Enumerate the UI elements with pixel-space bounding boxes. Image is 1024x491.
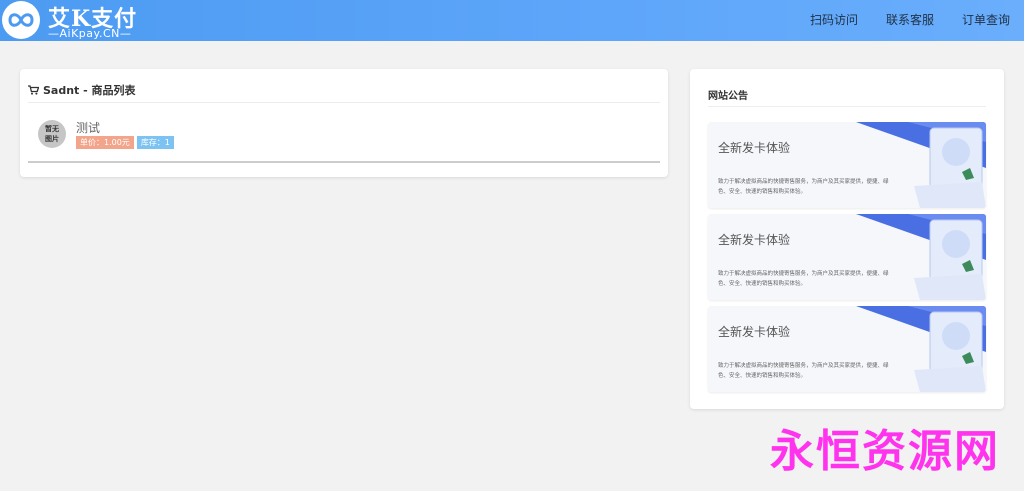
announcement-banner[interactable]: 全新发卡体验 致力于解决虚拟商品的快捷寄售服务，为商户及其买家提供，便捷、绿色、…: [708, 214, 986, 300]
banner-description: 致力于解决虚拟商品的快捷寄售服务，为商户及其买家提供，便捷、绿色、安全、快速的销…: [718, 363, 889, 379]
infinity-logo-icon: [2, 1, 40, 39]
brand-subtitle: —AiKpay.CN—: [48, 27, 132, 40]
thumb-text-line1: 暂无: [45, 125, 59, 133]
banner-description: 致力于解决虚拟商品的快捷寄售服务，为商户及其买家提供，便捷、绿色、安全、快速的销…: [718, 179, 889, 195]
banner-description: 致力于解决虚拟商品的快捷寄售服务，为商户及其买家提供，便捷、绿色、安全、快速的销…: [718, 271, 889, 287]
site-watermark: 永恒资源网: [770, 426, 1000, 477]
top-header: 艾K支付 —AiKpay.CN— 扫码访问 联系客服 订单查询: [0, 0, 1024, 41]
list-item[interactable]: 暂无 图片 测试 单价：1.00元 库存：1: [28, 107, 660, 163]
product-list-card: Sadnt - 商品列表 暂无 图片 测试 单价：1.00元 库存：1: [20, 69, 668, 177]
product-list-title: Sadnt - 商品列表: [43, 84, 136, 97]
product-list-header: Sadnt - 商品列表: [28, 81, 136, 99]
divider: [28, 102, 660, 103]
stock-badge: 库存：1: [136, 136, 174, 149]
thumb-text-line2: 图片: [45, 135, 59, 143]
product-tags: 单价：1.00元 库存：1: [76, 136, 177, 149]
brand-logo[interactable]: 艾K支付 —AiKpay.CN—: [2, 1, 162, 41]
nav-scan-visit[interactable]: 扫码访问: [796, 0, 872, 41]
shopping-cart-icon: [28, 85, 40, 95]
announcement-card: 网站公告 全新发卡体验 致力于解决虚拟商品的快捷寄售服务，为商户及其买家提供，便…: [690, 69, 1004, 409]
announcement-title: 网站公告: [708, 91, 748, 102]
banner-title: 全新发卡体验: [718, 325, 791, 339]
top-nav: 扫码访问 联系客服 订单查询: [796, 0, 1024, 41]
nav-order-query[interactable]: 订单查询: [948, 0, 1024, 41]
price-badge: 单价：1.00元: [76, 136, 134, 149]
product-thumbnail-placeholder: 暂无 图片: [38, 120, 66, 148]
announcement-banner[interactable]: 全新发卡体验 致力于解决虚拟商品的快捷寄售服务，为商户及其买家提供，便捷、绿色、…: [708, 306, 986, 392]
divider: [708, 106, 986, 107]
announcement-banner[interactable]: 全新发卡体验 致力于解决虚拟商品的快捷寄售服务，为商户及其买家提供，便捷、绿色、…: [708, 122, 986, 208]
banner-title: 全新发卡体验: [718, 233, 791, 247]
nav-contact-service[interactable]: 联系客服: [872, 0, 948, 41]
banner-title: 全新发卡体验: [718, 141, 791, 155]
product-name[interactable]: 测试: [76, 119, 100, 136]
